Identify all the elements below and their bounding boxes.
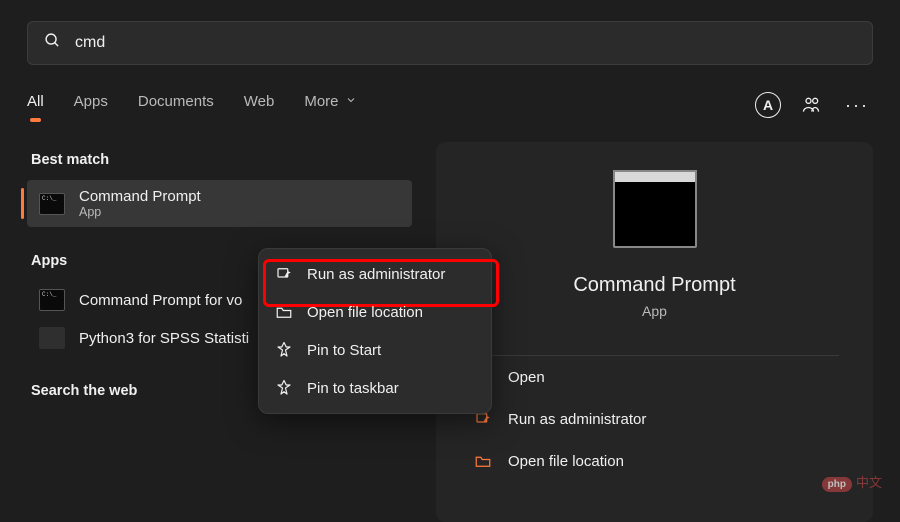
context-item-label: Open file location <box>307 304 423 321</box>
org-search-button[interactable] <box>795 89 827 121</box>
app-icon <box>39 327 65 349</box>
preview-subtitle: App <box>642 303 667 319</box>
preview-action-label: Open <box>508 369 545 386</box>
pin-icon <box>275 341 293 359</box>
folder-icon <box>474 452 492 470</box>
tab-documents[interactable]: Documents <box>138 93 214 120</box>
more-options-button[interactable]: ··· <box>841 89 873 121</box>
chevron-down-icon <box>345 93 357 110</box>
cmd-icon <box>39 289 65 311</box>
context-open-file-location[interactable]: Open file location <box>265 293 485 331</box>
result-command-prompt[interactable]: Command Prompt App <box>27 180 412 227</box>
search-icon <box>44 32 61 54</box>
filter-tabs: All Apps Documents Web More A ··· <box>27 93 873 120</box>
preview-action-open-location[interactable]: Open file location <box>470 440 839 482</box>
tab-all[interactable]: All <box>27 93 44 120</box>
preview-action-run-admin[interactable]: Run as administrator <box>470 398 839 440</box>
context-pin-to-start[interactable]: Pin to Start <box>265 331 485 369</box>
tab-web[interactable]: Web <box>244 93 275 120</box>
watermark: php 中文 <box>822 472 882 492</box>
tab-more-label: More <box>304 93 338 110</box>
preview-actions: Open Run as administrator Open file loca… <box>470 355 839 482</box>
preview-action-label: Run as administrator <box>508 411 646 428</box>
folder-icon <box>275 303 293 321</box>
context-menu: Run as administrator Open file location … <box>258 248 492 414</box>
preview-title: Command Prompt <box>573 274 735 297</box>
result-name: Command Prompt for vo <box>79 292 242 309</box>
search-query-text: cmd <box>75 34 105 52</box>
cmd-icon <box>39 193 65 215</box>
context-item-label: Pin to taskbar <box>307 380 399 397</box>
pin-icon <box>275 379 293 397</box>
watermark-pill: php <box>822 477 852 492</box>
preview-action-open[interactable]: Open <box>470 356 839 398</box>
preview-action-label: Open file location <box>508 453 624 470</box>
top-actions: A ··· <box>755 89 873 121</box>
search-bar[interactable]: cmd <box>27 21 873 65</box>
result-subtitle: App <box>79 205 201 219</box>
context-run-as-admin[interactable]: Run as administrator <box>265 255 485 293</box>
tab-more[interactable]: More <box>304 93 356 120</box>
context-pin-to-taskbar[interactable]: Pin to taskbar <box>265 369 485 407</box>
context-item-label: Run as administrator <box>307 266 445 283</box>
shield-icon <box>275 265 293 283</box>
best-match-heading: Best match <box>31 152 412 168</box>
preview-app-icon <box>613 178 697 248</box>
tab-apps[interactable]: Apps <box>74 93 108 120</box>
watermark-text: 中文 <box>856 475 882 490</box>
account-button[interactable]: A <box>755 92 781 118</box>
context-item-label: Pin to Start <box>307 342 381 359</box>
result-name: Command Prompt <box>79 188 201 205</box>
preview-panel: Command Prompt App Open Run as administr… <box>436 142 873 522</box>
result-name: Python3 for SPSS Statisti <box>79 330 249 347</box>
